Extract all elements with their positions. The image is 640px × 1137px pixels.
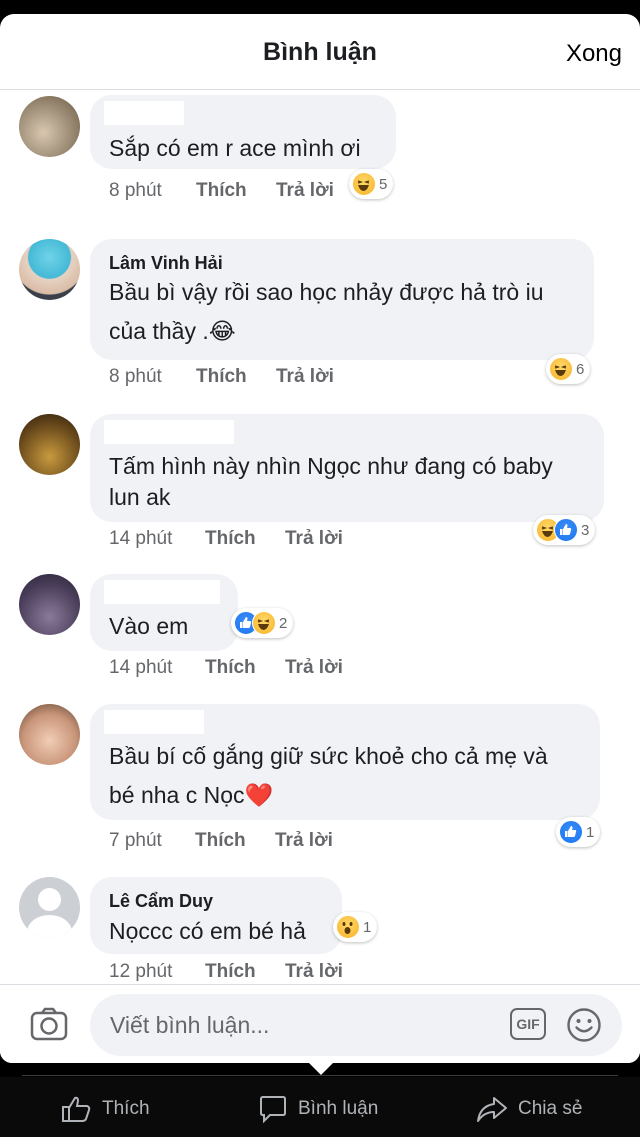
comment-text: Sắp có em r ace mình ơi [109, 135, 361, 161]
comment-text: của thầy .😂 [109, 318, 236, 344]
like-reaction-icon [559, 820, 583, 844]
sheet-header: Bình luận Xong [0, 14, 640, 90]
comment-time: 8 phút [109, 180, 162, 201]
reaction-count: 3 [581, 521, 590, 539]
emoji-icon[interactable] [566, 1007, 602, 1043]
like-link[interactable]: Thích [205, 961, 256, 983]
comment-time: 14 phút [109, 657, 173, 678]
comment-bubble[interactable]: Lâm Vinh Hải Bầu bì vậy rồi sao học nhảy… [90, 239, 594, 360]
reaction-count: 1 [363, 918, 372, 936]
avatar[interactable] [19, 877, 80, 938]
avatar[interactable] [19, 414, 80, 475]
comment-bubble[interactable]: Sắp có em r ace mình ơi [90, 95, 396, 169]
like-reaction-icon [554, 518, 578, 542]
avatar[interactable] [19, 574, 80, 635]
reply-link[interactable]: Trả lời [275, 830, 333, 852]
share-action[interactable]: Chia sẻ [476, 1095, 582, 1123]
comment-time: 14 phút [109, 528, 173, 549]
active-tab-pointer [309, 1063, 333, 1075]
action-bar: Thích Bình luận Chia sẻ [0, 1077, 640, 1137]
comment-action[interactable]: Bình luận [258, 1095, 378, 1123]
reaction-count: 2 [279, 614, 288, 632]
comment-input-placeholder: Viết bình luận... [110, 1012, 270, 1038]
reaction-count: 6 [576, 360, 585, 378]
comment-text: lun ak [109, 484, 171, 510]
comment-time: 7 phút [109, 830, 162, 851]
reaction-summary[interactable]: 5 [349, 169, 394, 199]
comment-bubble[interactable]: Lê Cẩm Duy Nọccc có em bé hả [90, 877, 342, 954]
reaction-summary[interactable]: 2 [231, 608, 294, 638]
haha-reaction-icon [252, 611, 276, 635]
redacted-name [104, 580, 220, 604]
reaction-summary[interactable]: 1 [556, 817, 601, 847]
gif-button[interactable]: GIF [510, 1008, 546, 1040]
comment-text: Bầu bí cố gắng giữ sức khoẻ cho cả mẹ và [109, 743, 548, 769]
comments-sheet: Bình luận Xong Sắp có em r ace mình ơi 8… [0, 14, 640, 1063]
comment-text: Nọccc có em bé hả [109, 918, 306, 944]
page-title: Bình luận [263, 38, 377, 66]
like-action[interactable]: Thích [60, 1095, 150, 1123]
camera-icon[interactable] [30, 1007, 68, 1041]
avatar[interactable] [19, 96, 80, 157]
wow-reaction-icon [336, 915, 360, 939]
comment-time: 12 phút [109, 961, 173, 982]
comment-icon [260, 1096, 286, 1123]
reaction-summary[interactable]: 1 [333, 912, 378, 942]
share-icon [477, 1097, 507, 1122]
comment-text: Vào em [109, 613, 189, 639]
comment-author[interactable]: Lê Cẩm Duy [109, 891, 213, 912]
comment-text: Tấm hình này nhìn Ngọc như đang có baby [109, 453, 553, 479]
thumbs-up-icon [62, 1096, 91, 1122]
redacted-name [104, 710, 204, 734]
done-button[interactable]: Xong [566, 40, 622, 68]
avatar[interactable] [19, 704, 80, 765]
like-link[interactable]: Thích [205, 657, 256, 679]
gif-label: GIF [516, 1016, 540, 1032]
reaction-summary[interactable]: 6 [546, 354, 591, 384]
reaction-count: 5 [379, 175, 388, 193]
comment-author[interactable]: Lâm Vinh Hải [109, 253, 223, 274]
comment-action-label: Bình luận [298, 1098, 379, 1119]
comment-bubble[interactable]: Bầu bí cố gắng giữ sức khoẻ cho cả mẹ và… [90, 704, 600, 820]
comment-text: bé nha c Nọc❤️ [109, 782, 274, 808]
reaction-count: 1 [586, 823, 595, 841]
redacted-name [104, 101, 184, 125]
default-avatar-body [27, 915, 72, 938]
like-action-label: Thích [102, 1098, 150, 1119]
reply-link[interactable]: Trả lời [276, 366, 334, 388]
comment-bubble[interactable]: Tấm hình này nhìn Ngọc như đang có baby … [90, 414, 604, 522]
comment-time: 8 phút [109, 366, 162, 387]
comment-bubble[interactable]: Vào em [90, 574, 238, 651]
reaction-summary[interactable]: 3 [533, 515, 596, 545]
redacted-name [104, 420, 234, 444]
reply-link[interactable]: Trả lời [285, 657, 343, 679]
comment-input[interactable]: Viết bình luận... GIF [90, 994, 622, 1056]
avatar[interactable] [19, 239, 80, 300]
reply-link[interactable]: Trả lời [276, 180, 334, 202]
default-avatar-icon [38, 888, 61, 911]
reply-link[interactable]: Trả lời [285, 528, 343, 550]
reply-link[interactable]: Trả lời [285, 961, 343, 983]
haha-reaction-icon [352, 172, 376, 196]
comment-list[interactable]: Sắp có em r ace mình ơi 8 phút Thích Trả… [0, 91, 640, 983]
comment-composer: Viết bình luận... GIF [0, 984, 640, 1063]
like-link[interactable]: Thích [196, 366, 247, 388]
like-link[interactable]: Thích [196, 180, 247, 202]
like-link[interactable]: Thích [195, 830, 246, 852]
share-action-label: Chia sẻ [518, 1098, 583, 1119]
comment-text: Bầu bì vậy rồi sao học nhảy được hả trò … [109, 279, 544, 305]
like-link[interactable]: Thích [205, 528, 256, 550]
haha-reaction-icon [549, 357, 573, 381]
divider [22, 1075, 618, 1076]
